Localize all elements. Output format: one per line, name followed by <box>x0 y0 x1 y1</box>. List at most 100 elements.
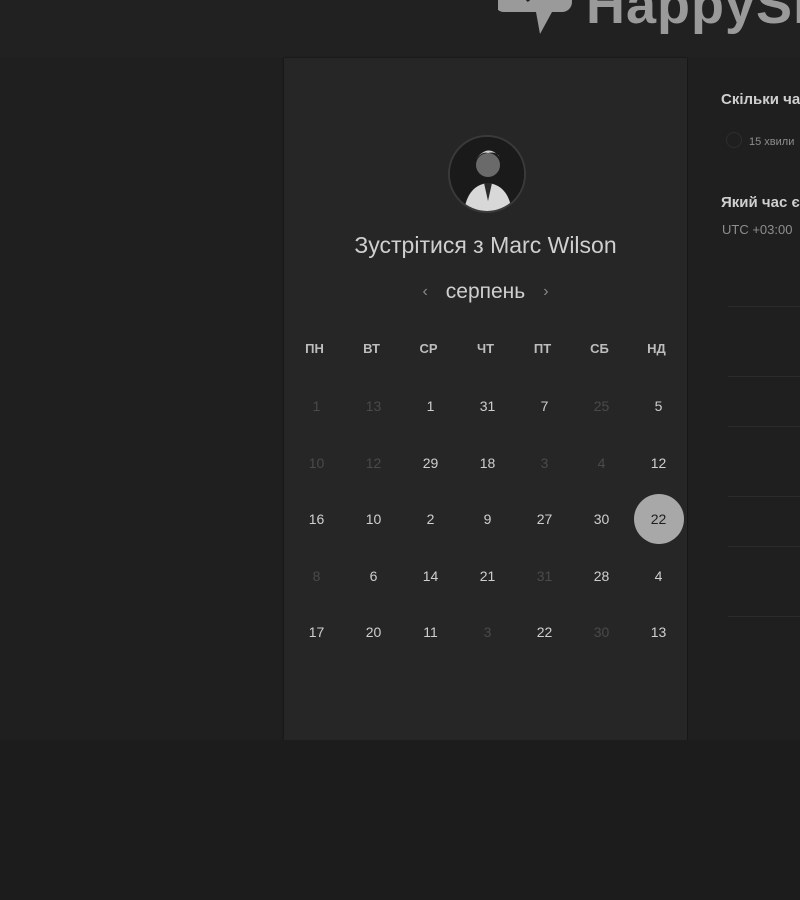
month-label: серпень <box>445 280 526 303</box>
calendar-days-grid: 1 13 1 31 7 25 5 10 12 29 18 3 4 12 16 10 2 9 27 30 22 8 6 14 21… <box>288 378 688 661</box>
calendar-day-number: 1 <box>426 398 435 415</box>
calendar-day[interactable]: 11 <box>402 604 459 661</box>
calendar-day-number: 21 <box>479 567 496 584</box>
calendar-day[interactable]: 18 <box>459 435 516 492</box>
calendar-day[interactable]: 6 <box>345 548 402 605</box>
calendar-day-number: 31 <box>536 567 553 584</box>
month-navigation: ‹ серпень › <box>284 280 687 304</box>
calendar-day[interactable]: 14 <box>402 548 459 605</box>
weekday-label: НД <box>647 341 666 356</box>
meeting-title: Зустрітися з Marc Wilson <box>354 232 617 258</box>
calendar-day[interactable]: 29 <box>402 435 459 492</box>
calendar-day[interactable]: 30 <box>573 491 630 548</box>
calendar-day[interactable]: 17 <box>288 604 345 661</box>
calendar-day[interactable]: 20 <box>345 604 402 661</box>
calendar-day-number: 31 <box>479 398 496 415</box>
calendar-day: 30 <box>573 604 630 661</box>
calendar-day: 12 <box>345 435 402 492</box>
weekday-label: ВТ <box>363 341 380 356</box>
weekday-label: ПН <box>305 341 324 356</box>
calendar-day-number: 17 <box>308 624 325 641</box>
next-month-button[interactable]: › <box>539 281 552 303</box>
calendar-day: 3 <box>516 435 573 492</box>
brand-name: HappySign <box>586 0 800 35</box>
calendar-day-number: 13 <box>650 624 667 641</box>
calendar-day-number: 12 <box>650 454 667 471</box>
calendar-day[interactable]: 13 <box>630 604 687 661</box>
time-slot-divider <box>728 376 800 377</box>
calendar-day-number: 18 <box>479 454 496 471</box>
weekday-label: ЧТ <box>476 341 495 356</box>
calendar-day-number: 9 <box>483 511 492 528</box>
page-footer-area <box>0 740 800 900</box>
person-photo-icon <box>450 137 524 211</box>
options-panel: Скільки ча 15 хвили Який час є UTC +03:0… <box>688 58 800 740</box>
calendar-day-number: 10 <box>365 511 382 528</box>
calendar-day-number: 14 <box>422 567 439 584</box>
calendar-day-number: 22 <box>536 624 553 641</box>
left-panel <box>0 58 284 740</box>
weekday-label: СР <box>419 341 438 356</box>
timezone-heading: Який час є <box>721 194 800 211</box>
calendar-day[interactable]: 12 <box>630 435 687 492</box>
calendar-day: 8 <box>288 548 345 605</box>
calendar-day[interactable]: 22 <box>516 604 573 661</box>
calendar-day-number: 30 <box>593 624 610 641</box>
time-slot-divider <box>728 426 800 427</box>
calendar-day-number: 16 <box>308 511 325 528</box>
calendar-day-number: 11 <box>423 624 438 641</box>
calendar-day-number: 20 <box>365 624 382 641</box>
calendar-day-number: 13 <box>365 398 382 415</box>
calendar-day[interactable]: 27 <box>516 491 573 548</box>
calendar-day-number: 22 <box>650 511 667 528</box>
calendar-day[interactable]: 9 <box>459 491 516 548</box>
calendar-day[interactable]: 10 <box>345 491 402 548</box>
weekday-header: ПН ВТ СР ЧТ ПТ СБ НД <box>286 341 686 356</box>
calendar-day[interactable]: 4 <box>630 548 687 605</box>
calendar-day[interactable]: 5 <box>630 378 687 435</box>
duration-heading: Скільки ча <box>721 91 800 108</box>
calendar-day-number: 12 <box>365 454 382 471</box>
calendar-day-number: 6 <box>369 567 378 584</box>
calendar-day[interactable]: 21 <box>459 548 516 605</box>
calendar-day-number: 1 <box>312 398 321 415</box>
duration-radio[interactable] <box>726 132 742 148</box>
brand[interactable]: HappySign <box>498 0 800 44</box>
calendar-day[interactable]: 1 <box>402 378 459 435</box>
calendar-day-selected[interactable]: 22 <box>630 491 687 548</box>
time-slot-divider <box>728 306 800 307</box>
time-slot-divider <box>728 616 800 617</box>
calendar-day-number: 29 <box>422 454 439 471</box>
timezone-select[interactable]: UTC +03:00 <box>722 222 792 237</box>
duration-option-label[interactable]: 15 хвили <box>749 136 794 148</box>
avatar <box>448 135 526 213</box>
calendar-day: 4 <box>573 435 630 492</box>
calendar-day-number: 4 <box>654 567 663 584</box>
calendar-day-number: 7 <box>540 398 549 415</box>
calendar-day-number: 3 <box>483 624 492 641</box>
calendar-day[interactable]: 31 <box>459 378 516 435</box>
booking-card: Зустрітися з Marc Wilson ‹ серпень › ПН … <box>284 58 687 740</box>
calendar-day: 10 <box>288 435 345 492</box>
calendar-day[interactable]: 7 <box>516 378 573 435</box>
time-slot-divider <box>728 496 800 497</box>
prev-month-button[interactable]: ‹ <box>418 281 431 303</box>
calendar-day: 1 <box>288 378 345 435</box>
calendar-day-number: 10 <box>308 454 325 471</box>
top-bar: HappySign <box>0 0 800 58</box>
calendar-day-number: 3 <box>540 454 549 471</box>
calendar-day-number: 25 <box>593 398 610 415</box>
calendar-day[interactable]: 16 <box>288 491 345 548</box>
calendar-day-number: 2 <box>426 511 435 528</box>
time-slot-divider <box>728 546 800 547</box>
calendar-day-number: 8 <box>312 567 321 584</box>
calendar-day-number: 27 <box>536 511 553 528</box>
calendar-day[interactable]: 28 <box>573 548 630 605</box>
calendar-day[interactable]: 2 <box>402 491 459 548</box>
weekday-label: СБ <box>590 341 609 356</box>
calendar-day: 25 <box>573 378 630 435</box>
calendar-day-number: 5 <box>654 398 663 415</box>
calendar-day: 13 <box>345 378 402 435</box>
calendar-day-number: 4 <box>597 454 606 471</box>
calendar-day: 3 <box>459 604 516 661</box>
